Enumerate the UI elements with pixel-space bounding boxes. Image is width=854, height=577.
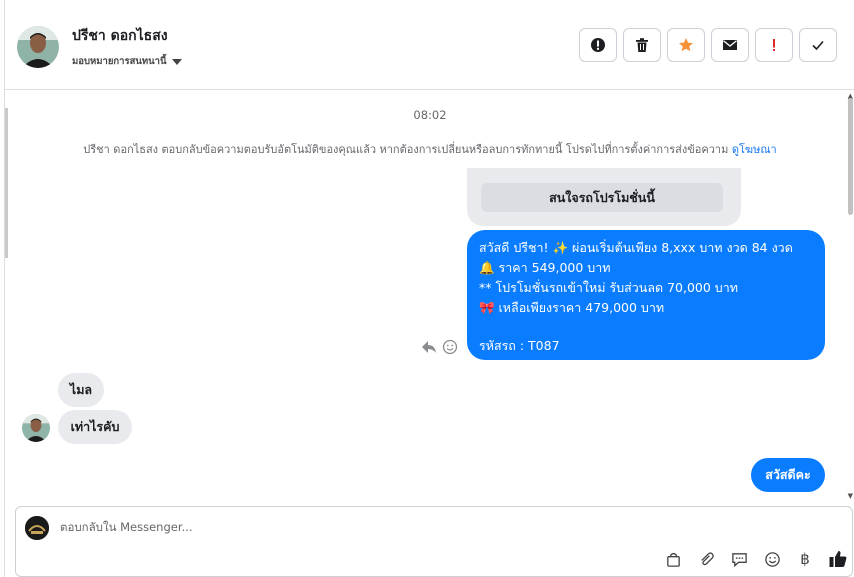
assign-conversation-dropdown[interactable]: มอบหมายการสนทนานี้ <box>72 54 182 69</box>
contact-avatar-small <box>22 414 50 442</box>
left-scrollbar <box>5 108 8 258</box>
view-ad-link[interactable]: ดูโฆษณา <box>732 143 777 156</box>
incoming-message-bubble[interactable]: ไมล <box>58 373 104 407</box>
notice-text: ปรีชา ดอกไธสง ตอบกลับข้อความตอบรับอัตโนม… <box>83 143 729 156</box>
conversation-actions <box>579 28 837 62</box>
follow-up-button[interactable] <box>755 28 793 62</box>
mark-unread-button[interactable] <box>711 28 749 62</box>
emoji-button[interactable] <box>762 549 782 569</box>
contact-name[interactable]: ปรีชา ดอกไธสง <box>72 25 168 47</box>
promo-line: สวัสดี ปรีชา! ✨ ผ่อนเริ่มต้นเพียง 8,xxx … <box>479 240 793 255</box>
star-icon <box>679 38 693 52</box>
contact-avatar[interactable] <box>17 26 59 68</box>
composer-tools: ฿ <box>663 549 848 569</box>
mark-done-button[interactable] <box>799 28 837 62</box>
reply-icon[interactable] <box>420 338 438 356</box>
outgoing-message-bubble[interactable]: สวัสดีคะ <box>751 458 825 492</box>
paperclip-icon <box>700 551 714 565</box>
promo-line: ** โปรโมชั่นรถเข้าใหม่ รับส่วนลด 70,000 … <box>479 280 738 295</box>
star-button[interactable] <box>667 28 705 62</box>
caret-down-icon <box>171 58 182 65</box>
payment-button[interactable]: ฿ <box>795 549 815 569</box>
message-composer: ฿ <box>15 506 853 577</box>
reply-input[interactable] <box>60 520 560 534</box>
baht-icon: ฿ <box>800 550 810 568</box>
scrollbar-thumb[interactable] <box>848 98 853 215</box>
promo-message-bubble[interactable]: สวัสดี ปรีชา! ✨ ผ่อนเริ่มต้นเพียง 8,xxx … <box>467 230 825 360</box>
saved-reply-icon <box>731 552 747 567</box>
mark-spam-button[interactable] <box>579 28 617 62</box>
like-button[interactable] <box>828 549 848 569</box>
quick-reply-card: สนใจรถโปรโมชั่นนี้ <box>467 168 741 226</box>
promo-line: 🔔 ราคา 549,000 บาท <box>479 260 611 275</box>
shop-button[interactable] <box>663 549 683 569</box>
emoji-icon <box>764 551 780 567</box>
message-timestamp: 08:02 <box>413 108 447 122</box>
check-icon <box>812 40 824 51</box>
bag-icon <box>666 552 680 567</box>
quick-reply-button[interactable]: สนใจรถโปรโมชั่นนี้ <box>481 183 723 212</box>
thumbs-up-icon <box>829 551 847 567</box>
saved-replies-button[interactable] <box>729 549 749 569</box>
page-avatar <box>25 516 49 540</box>
scroll-down-icon[interactable]: ▼ <box>848 492 853 500</box>
emoji-reaction-icon[interactable] <box>442 339 458 355</box>
promo-line <box>479 318 813 336</box>
mail-icon <box>723 40 737 50</box>
delete-button[interactable] <box>623 28 661 62</box>
message-actions <box>420 338 458 356</box>
attach-button[interactable] <box>696 549 716 569</box>
incoming-message-bubble[interactable]: เท่าไรคับ <box>58 410 132 444</box>
trash-icon <box>636 38 648 52</box>
exclamation-icon <box>773 39 775 51</box>
spam-icon <box>591 38 605 52</box>
conversation-header: ปรีชา ดอกไธสง มอบหมายการสนทนานี้ <box>5 0 854 90</box>
auto-reply-notice: ปรีชา ดอกไธสง ตอบกลับข้อความตอบรับอัตโนม… <box>5 140 854 158</box>
promo-line: 🎀 เหลือเพียงราคา 479,000 บาท <box>479 300 665 315</box>
promo-line: รหัสรถ : T087 <box>479 338 560 353</box>
assign-label: มอบหมายการสนทนานี้ <box>72 56 167 67</box>
inbox-conversation-panel: ปรีชา ดอกไธสง มอบหมายการสนทนานี้ 08:02 ป… <box>4 0 854 577</box>
